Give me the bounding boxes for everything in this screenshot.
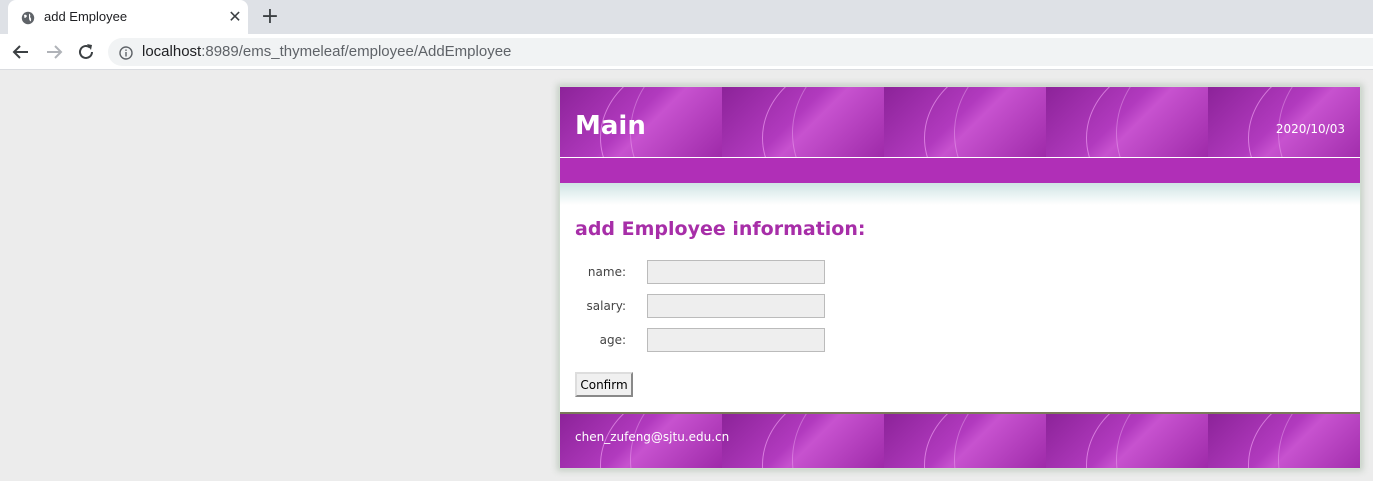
globe-icon bbox=[21, 10, 35, 25]
footer-decoration bbox=[884, 414, 1046, 468]
header-decoration bbox=[884, 87, 1046, 157]
footer-email: chen_zufeng@sjtu.edu.cn bbox=[575, 430, 730, 444]
salary-label: salary: bbox=[586, 299, 627, 313]
name-label: name: bbox=[587, 265, 626, 279]
header-decoration bbox=[722, 87, 884, 157]
page-title: Main bbox=[575, 111, 646, 141]
back-arrow-icon[interactable] bbox=[10, 41, 32, 63]
confirm-button[interactable]: Confirm bbox=[575, 372, 633, 397]
browser-tab[interactable]: add Employee ✕ bbox=[8, 0, 248, 34]
nav-bar bbox=[560, 158, 1360, 183]
tab-title: add Employee bbox=[44, 9, 128, 24]
page-viewport: Main 2020/10/03 add Employee information… bbox=[0, 70, 1373, 481]
url-host: localhost bbox=[142, 43, 202, 60]
forward-arrow-icon[interactable] bbox=[43, 41, 65, 63]
page-container: Main 2020/10/03 add Employee information… bbox=[559, 86, 1361, 469]
page-footer: chen_zufeng@sjtu.edu.cn bbox=[560, 412, 1360, 468]
divider-strip bbox=[560, 183, 1360, 205]
salary-field[interactable] bbox=[647, 294, 825, 318]
page-header: Main 2020/10/03 bbox=[560, 87, 1360, 157]
header-date: 2020/10/03 bbox=[1275, 122, 1345, 136]
info-icon[interactable] bbox=[119, 45, 133, 60]
browser-toolbar: localhost:8989/ems_thymeleaf/employee/Ad… bbox=[0, 34, 1373, 70]
url-path: :8989/ems_thymeleaf/employee/AddEmployee bbox=[201, 43, 512, 60]
footer-decoration bbox=[1046, 414, 1208, 468]
name-field[interactable] bbox=[647, 260, 825, 284]
form-heading: add Employee information: bbox=[575, 218, 866, 240]
plus-icon[interactable]: + bbox=[259, 6, 281, 28]
tab-strip: add Employee ✕ + bbox=[0, 0, 1373, 34]
age-label: age: bbox=[599, 333, 626, 347]
address-bar[interactable]: localhost:8989/ems_thymeleaf/employee/Ad… bbox=[108, 38, 1373, 66]
url-text: localhost:8989/ems_thymeleaf/employee/Ad… bbox=[142, 43, 511, 60]
footer-decoration bbox=[1208, 414, 1360, 468]
footer-decoration bbox=[722, 414, 884, 468]
close-icon[interactable]: ✕ bbox=[226, 8, 244, 26]
reload-icon[interactable] bbox=[75, 41, 97, 63]
age-field[interactable] bbox=[647, 328, 825, 352]
header-decoration bbox=[1046, 87, 1208, 157]
